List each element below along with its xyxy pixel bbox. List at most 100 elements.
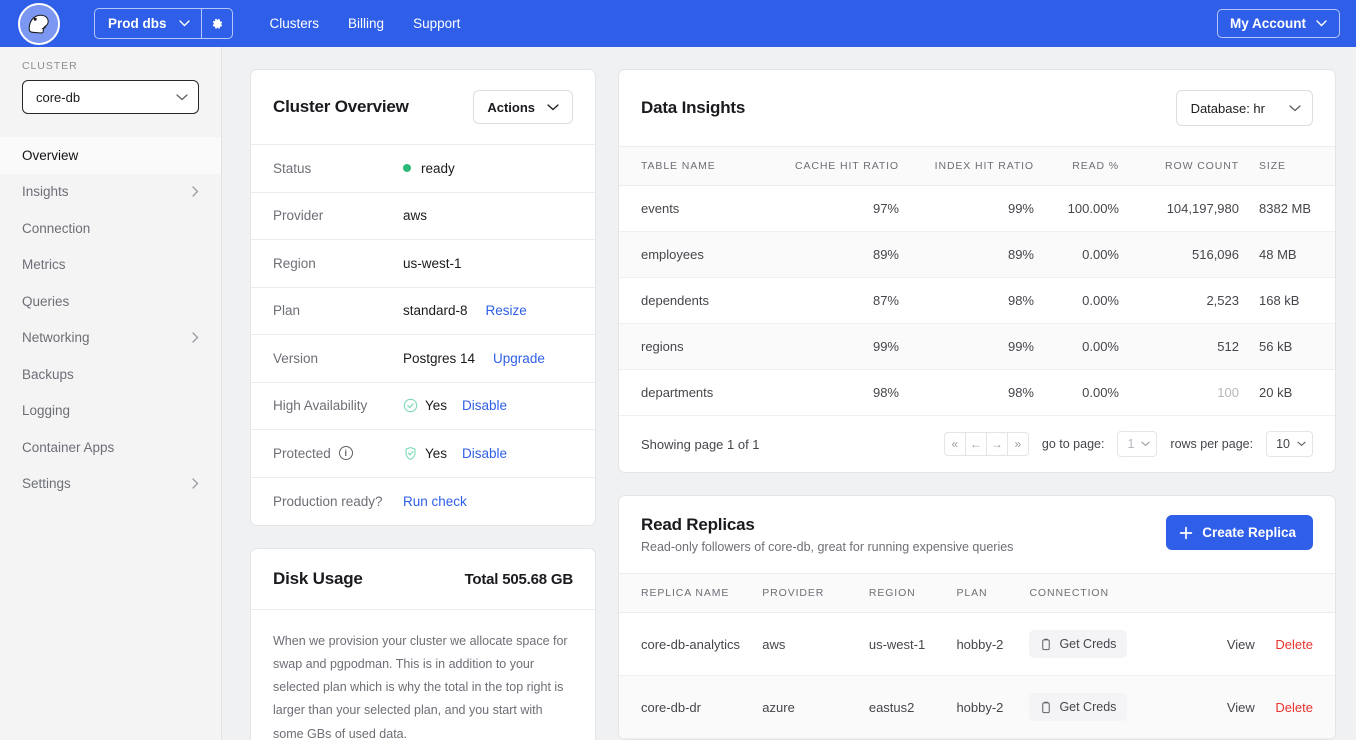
table-row[interactable]: employees 89% 89% 0.00% 516,096 48 MB xyxy=(619,232,1335,278)
pagination-controls: « ← → » go to page: 1 rows per pag xyxy=(944,431,1313,457)
cell-read-pct: 0.00% xyxy=(1034,278,1119,324)
get-creds-button[interactable]: Get Creds xyxy=(1029,693,1127,721)
get-creds-button[interactable]: Get Creds xyxy=(1029,630,1127,658)
row-provider: Provider aws xyxy=(251,193,595,241)
first-page-button[interactable]: « xyxy=(944,432,966,456)
page-title: Cluster Overview xyxy=(273,97,409,117)
app-shell: CLUSTER core-db Overview Insights Connec… xyxy=(0,47,1356,740)
column-header-row-count[interactable]: ROW COUNT xyxy=(1119,147,1239,186)
last-page-button[interactable]: » xyxy=(1007,432,1029,456)
cluster-selector-value: core-db xyxy=(36,90,80,105)
delete-link[interactable]: Delete xyxy=(1275,700,1313,715)
row-region: Region us-west-1 xyxy=(251,240,595,288)
row-protected-value-group: Yes Disable xyxy=(403,446,507,461)
table-body: core-db-analytics aws us-west-1 hobby-2 … xyxy=(619,613,1335,739)
cell-provider: azure xyxy=(762,676,869,739)
resize-link[interactable]: Resize xyxy=(486,303,527,318)
cluster-selector[interactable]: core-db xyxy=(22,80,199,114)
table-row[interactable]: core-db-analytics aws us-west-1 hobby-2 … xyxy=(619,613,1335,676)
column-header-table-name[interactable]: TABLE NAME xyxy=(619,147,769,186)
right-column: Data Insights Database: hr TABLE NAME CA… xyxy=(618,69,1336,740)
column-header-provider: PROVIDER xyxy=(762,574,869,613)
sidebar-item-logging[interactable]: Logging xyxy=(0,393,221,430)
cell-connection: Get Creds xyxy=(1029,613,1226,676)
table-row[interactable]: events 97% 99% 100.00% 104,197,980 8382 … xyxy=(619,186,1335,232)
run-check-link[interactable]: Run check xyxy=(403,494,467,509)
row-plan-value-group: standard-8 Resize xyxy=(403,303,527,318)
view-link[interactable]: View xyxy=(1227,637,1255,652)
table-header: TABLE NAME CACHE HIT RATIO INDEX HIT RAT… xyxy=(619,147,1335,186)
crunchy-data-logo[interactable] xyxy=(18,3,60,45)
database-selector[interactable]: Database: hr xyxy=(1176,90,1313,126)
row-provider-key: Provider xyxy=(273,208,403,223)
chevron-right-icon xyxy=(192,186,199,197)
row-plan-key: Plan xyxy=(273,303,403,318)
status-dot-icon xyxy=(403,164,411,172)
cell-table-name: employees xyxy=(619,232,769,278)
cell-read-pct: 0.00% xyxy=(1034,370,1119,416)
sidebar-item-queries[interactable]: Queries xyxy=(0,283,221,320)
cell-size: 48 MB xyxy=(1239,232,1335,278)
row-protected-key: Protected xyxy=(273,446,331,461)
column-header-cache-hit-ratio[interactable]: CACHE HIT RATIO xyxy=(769,147,899,186)
sidebar-item-networking[interactable]: Networking xyxy=(0,320,221,357)
cluster-overview-card: Cluster Overview Actions Status ready xyxy=(250,69,596,526)
sidebar-item-overview[interactable]: Overview xyxy=(0,137,221,174)
data-insights-table: TABLE NAME CACHE HIT RATIO INDEX HIT RAT… xyxy=(619,147,1335,416)
cell-row-count: 516,096 xyxy=(1119,232,1239,278)
create-replica-label: Create Replica xyxy=(1202,525,1296,540)
column-header-index-hit-ratio[interactable]: INDEX HIT RATIO xyxy=(899,147,1034,186)
sidebar-section-label: CLUSTER xyxy=(0,60,221,80)
get-creds-label: Get Creds xyxy=(1059,700,1116,714)
disk-usage-header: Disk Usage Total 505.68 GB xyxy=(251,549,595,610)
delete-link[interactable]: Delete xyxy=(1275,637,1313,652)
nav-link-billing[interactable]: Billing xyxy=(348,16,384,31)
upgrade-link[interactable]: Upgrade xyxy=(493,351,545,366)
chevron-down-icon xyxy=(1297,441,1306,447)
sidebar-item-connection[interactable]: Connection xyxy=(0,210,221,247)
protected-disable-link[interactable]: Disable xyxy=(462,446,507,461)
next-page-button[interactable]: → xyxy=(986,432,1008,456)
sidebar-item-container-apps[interactable]: Container Apps xyxy=(0,429,221,466)
nav-link-clusters[interactable]: Clusters xyxy=(270,16,320,31)
sidebar-item-settings[interactable]: Settings xyxy=(0,466,221,503)
row-high-availability-value-group: Yes Disable xyxy=(403,398,507,413)
create-replica-button[interactable]: Create Replica xyxy=(1166,515,1313,550)
table-row[interactable]: dependents 87% 98% 0.00% 2,523 168 kB xyxy=(619,278,1335,324)
cell-table-name: dependents xyxy=(619,278,769,324)
rows-per-page-select[interactable]: 10 xyxy=(1266,431,1313,457)
sidebar-item-metrics[interactable]: Metrics xyxy=(0,247,221,284)
table-row[interactable]: core-db-dr azure eastus2 hobby-2 Get Cre… xyxy=(619,676,1335,739)
goto-page-select[interactable]: 1 xyxy=(1117,431,1157,457)
row-protected-value: Yes xyxy=(425,446,447,461)
row-protected-key-group: Protected i xyxy=(273,446,403,461)
ha-disable-link[interactable]: Disable xyxy=(462,398,507,413)
cell-size: 20 kB xyxy=(1239,370,1335,416)
rows-per-page-value: 10 xyxy=(1276,437,1290,451)
row-region-value: us-west-1 xyxy=(403,256,462,271)
my-account-button[interactable]: My Account xyxy=(1217,9,1340,38)
cell-size: 8382 MB xyxy=(1239,186,1335,232)
cell-plan: hobby-2 xyxy=(956,613,1029,676)
actions-button[interactable]: Actions xyxy=(473,90,573,124)
prev-page-button[interactable]: ← xyxy=(965,432,987,456)
column-header-read-pct[interactable]: READ % xyxy=(1034,147,1119,186)
table-row[interactable]: regions 99% 99% 0.00% 512 56 kB xyxy=(619,324,1335,370)
column-header-size[interactable]: SIZE xyxy=(1239,147,1335,186)
info-icon[interactable]: i xyxy=(339,446,353,460)
table-row[interactable]: departments 98% 98% 0.00% 100 20 kB xyxy=(619,370,1335,416)
row-region-key: Region xyxy=(273,256,403,271)
disk-usage-total: Total 505.68 GB xyxy=(465,571,573,588)
org-switcher-button[interactable]: Prod dbs xyxy=(95,9,201,38)
column-header-connection: CONNECTION xyxy=(1029,574,1226,613)
cell-read-pct: 0.00% xyxy=(1034,324,1119,370)
cell-table-name: events xyxy=(619,186,769,232)
org-settings-button[interactable] xyxy=(201,9,232,38)
view-link[interactable]: View xyxy=(1227,700,1255,715)
row-version-key: Version xyxy=(273,351,403,366)
sidebar-item-insights[interactable]: Insights xyxy=(0,174,221,211)
sidebar-item-backups[interactable]: Backups xyxy=(0,356,221,393)
nav-link-support[interactable]: Support xyxy=(413,16,460,31)
cell-read-pct: 0.00% xyxy=(1034,232,1119,278)
table-header: REPLICA NAME PROVIDER REGION PLAN CONNEC… xyxy=(619,574,1335,613)
